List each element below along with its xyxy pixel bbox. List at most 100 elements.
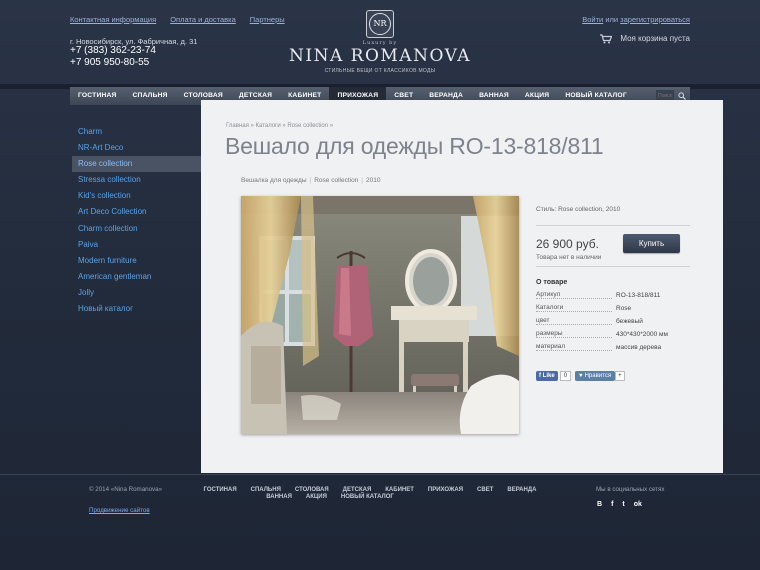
tag-coat-rack[interactable]: Вешалка для одежды: [241, 177, 307, 184]
facebook-like-button[interactable]: f Like: [536, 371, 558, 381]
spec-row: цвет бежевый: [536, 317, 690, 325]
tag-separator: |: [361, 177, 363, 184]
catalog-sidebar: Charm NR-Art Deco Rose collection Stress…: [72, 124, 202, 317]
sidebar-item-jolly[interactable]: Jolly: [72, 285, 202, 301]
logo-name: NINA ROMANOVA: [289, 46, 471, 66]
link-payment-delivery[interactable]: Оплата и доставка: [170, 15, 236, 24]
price-row: 26 900 руб. Купить: [536, 234, 690, 253]
spec-key: Артикул: [536, 291, 612, 299]
footer-nav-living-room[interactable]: ГОСТИНАЯ: [204, 487, 237, 493]
footer-divider: [0, 474, 760, 475]
link-contacts[interactable]: Контактная информация: [70, 15, 156, 24]
footer-nav-bathroom[interactable]: ВАННАЯ: [266, 494, 292, 500]
login-link[interactable]: Войти: [582, 15, 603, 24]
spec-row: размеры 430*430*2000 мм: [536, 330, 690, 338]
sidebar-item-kids-collection[interactable]: Kid's collection: [72, 188, 202, 204]
sidebar-item-paiva[interactable]: Paiva: [72, 237, 202, 253]
sidebar-item-rose-collection[interactable]: Rose collection: [72, 156, 202, 173]
seo-link[interactable]: Продвижение сайтов: [89, 507, 150, 514]
sidebar-item-charm-collection[interactable]: Charm collection: [72, 221, 202, 237]
footer-nav-veranda[interactable]: ВЕРАНДА: [507, 487, 536, 493]
footer-nav-study[interactable]: КАБИНЕТ: [385, 487, 414, 493]
spec-key: цвет: [536, 317, 612, 325]
spec-key: материал: [536, 343, 612, 351]
phone-2: +7 905 950-80-55: [70, 57, 150, 68]
product-tags: Вешалка для одежды | Rose collection | 2010: [241, 177, 380, 184]
phone-1: +7 (383) 362-23-74: [70, 45, 156, 56]
spec-row: материал массив дерева: [536, 343, 690, 351]
facebook-like-label: Like: [542, 373, 555, 379]
top-links: Контактная информация Оплата и доставка …: [70, 15, 285, 24]
footer-nav-dining-room[interactable]: СТОЛОВАЯ: [295, 487, 329, 493]
breadcrumb-separator: »: [329, 123, 334, 129]
copyright: © 2014 «Nina Romanova»: [89, 486, 163, 493]
nav-item-living-room[interactable]: ГОСТИНАЯ: [70, 87, 125, 105]
vkontakte-icon[interactable]: B: [597, 501, 602, 508]
footer-nav-sale[interactable]: АКЦИЯ: [306, 494, 327, 500]
footer-nav-row-2: ВАННАЯ АКЦИЯ НОВЫЙ КАТАЛОГ: [100, 494, 560, 501]
product-photo[interactable]: [241, 196, 519, 434]
auth-links: Войти или зарегистрироваться: [582, 15, 690, 24]
spec-row: Артикул RO-13-818/811: [536, 291, 690, 299]
style-line: Стиль: Rose collection, 2010: [536, 206, 621, 213]
buy-button[interactable]: Купить: [623, 234, 680, 253]
facebook-like[interactable]: f Like 0: [536, 371, 572, 381]
sidebar-item-stressa-collection[interactable]: Stressa collection: [72, 172, 202, 188]
logo-monogram: NR: [369, 13, 391, 35]
spec-key: Каталоги: [536, 304, 612, 312]
cart[interactable]: Моя корзина пуста: [600, 34, 690, 44]
odnoklassniki-icon[interactable]: ok: [634, 501, 642, 508]
footer-nav-hallway[interactable]: ПРИХОЖАЯ: [428, 487, 463, 493]
spec-row: Каталоги Rose: [536, 304, 690, 312]
sidebar-item-new-catalog[interactable]: Новый каталог: [72, 301, 202, 317]
footer-nav-new-catalog[interactable]: НОВЫЙ КАТАЛОГ: [341, 494, 394, 500]
nav-item-bedroom[interactable]: СПАЛЬНЯ: [125, 87, 176, 105]
social-title: Мы в социальных сетях: [596, 486, 665, 493]
breadcrumb-separator: »: [250, 123, 254, 129]
facebook-like-count: 0: [559, 371, 572, 381]
link-partners[interactable]: Партнеры: [250, 15, 285, 24]
vk-heart-icon: ♥: [579, 373, 583, 379]
tag-rose-collection[interactable]: Rose collection: [314, 177, 358, 184]
breadcrumb-home[interactable]: Главная: [226, 123, 249, 129]
product-panel: Главная » Каталоги » Rose collection » В…: [201, 100, 723, 473]
vk-like[interactable]: ♥ Нравится +: [575, 371, 625, 381]
vk-like-label: Нравится: [584, 373, 612, 379]
divider: [536, 266, 690, 267]
twitter-icon[interactable]: t: [622, 501, 624, 508]
footer-nav-kids-room[interactable]: ДЕТСКАЯ: [343, 487, 372, 493]
sidebar-item-charm[interactable]: Charm: [72, 124, 202, 140]
price: 26 900 руб.: [536, 236, 599, 251]
tag-year[interactable]: 2010: [366, 177, 380, 184]
social-likes: f Like 0 ♥ Нравится +: [536, 371, 690, 381]
sidebar-item-art-deco-collection[interactable]: Art Deco Collection: [72, 204, 202, 220]
sidebar-item-nr-art-deco[interactable]: NR-Art Deco: [72, 140, 202, 156]
spec-value: RO-13-818/811: [616, 292, 661, 299]
logo[interactable]: NR Luxury by NINA ROMANOVA СТИЛЬНЫЕ ВЕЩИ…: [285, 10, 475, 74]
breadcrumb-rose-collection[interactable]: Rose collection: [287, 123, 328, 129]
divider: [536, 225, 690, 226]
logo-mark-icon: NR: [366, 10, 394, 38]
breadcrumb-catalogs[interactable]: Каталоги: [256, 123, 281, 129]
footer-nav-row-1: ГОСТИНАЯ СПАЛЬНЯ СТОЛОВАЯ ДЕТСКАЯ КАБИНЕТ ПРИ…: [180, 487, 560, 494]
auth-or: или: [605, 15, 619, 24]
breadcrumb-separator: »: [282, 123, 286, 129]
page-title: Вешало для одежды RO-13-818/811: [225, 133, 604, 159]
social-icons: B f t ok: [597, 501, 642, 508]
footer-nav-bedroom[interactable]: СПАЛЬНЯ: [251, 487, 281, 493]
stock-status: Товара нет в наличии: [536, 254, 602, 261]
spec-value: бежевый: [616, 318, 643, 325]
spec-value: 430*430*2000 мм: [616, 331, 668, 338]
tag-separator: |: [309, 177, 312, 184]
header: Контактная информация Оплата и доставка …: [0, 0, 760, 88]
breadcrumb: Главная » Каталоги » Rose collection »: [226, 123, 333, 129]
register-link[interactable]: зарегистрироваться: [620, 15, 690, 24]
vk-like-button[interactable]: ♥ Нравится: [575, 371, 616, 381]
sidebar-item-modern-furniture[interactable]: Modern furniture: [72, 253, 202, 269]
spec-key: размеры: [536, 330, 612, 338]
facebook-icon[interactable]: f: [611, 501, 613, 508]
footer-nav-light[interactable]: СВЕТ: [477, 487, 493, 493]
about-title: О товаре: [536, 279, 568, 286]
sidebar-item-american-gentleman[interactable]: American gentleman: [72, 269, 202, 285]
spec-value: массив дерева: [616, 344, 662, 351]
